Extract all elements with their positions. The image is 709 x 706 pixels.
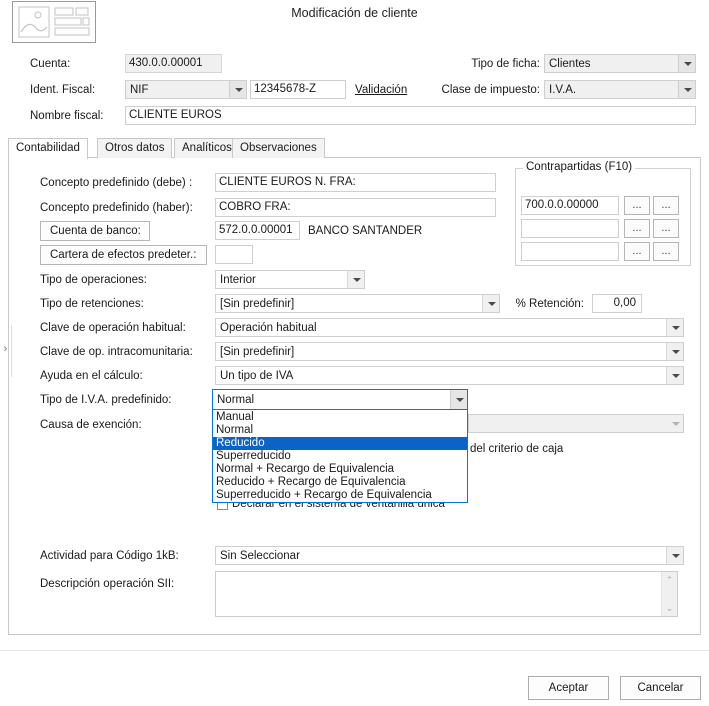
cuenta-label: Cuenta: bbox=[30, 58, 71, 70]
ident-fiscal-type-value: NIF bbox=[130, 83, 149, 96]
criterio-caja-text: del criterio de caja bbox=[470, 443, 564, 455]
contrapartida-input-3[interactable] bbox=[521, 242, 619, 261]
scroll-up-icon[interactable]: ⌃ bbox=[662, 573, 677, 587]
chevron-down-icon[interactable] bbox=[347, 271, 364, 288]
ident-fiscal-type-select[interactable]: NIF bbox=[125, 80, 247, 99]
chevron-down-icon[interactable] bbox=[666, 319, 683, 336]
clave-intracomunitaria-label: Clave de op. intracomunitaria: bbox=[40, 346, 193, 358]
chevron-down-icon[interactable] bbox=[229, 81, 246, 98]
cartera-efectos-button[interactable]: Cartera de efectos predeter.: bbox=[40, 245, 207, 265]
ident-fiscal-label: Ident. Fiscal: bbox=[30, 84, 96, 96]
contrapartida-browse-2a[interactable]: ... bbox=[624, 219, 650, 238]
concepto-haber-input[interactable]: COBRO FRA: bbox=[215, 198, 496, 217]
pct-retencion-label: % Retención: bbox=[515, 298, 584, 310]
concepto-debe-label: Concepto predefinido (debe) : bbox=[40, 177, 193, 189]
dropdown-option-superreducido[interactable]: Superreducido bbox=[213, 450, 467, 463]
contrapartida-browse-2b[interactable]: ... bbox=[653, 219, 679, 238]
ayuda-calculo-select[interactable]: Un tipo de IVA bbox=[215, 366, 684, 385]
tab-observaciones[interactable]: Observaciones bbox=[232, 138, 325, 158]
tipo-operaciones-select[interactable]: Interior bbox=[215, 270, 365, 289]
clase-impuesto-select[interactable]: I.V.A. bbox=[544, 80, 696, 99]
tipo-retenciones-select[interactable]: [Sin predefinir] bbox=[215, 294, 500, 313]
contrapartida-browse-3b[interactable]: ... bbox=[653, 242, 679, 261]
descripcion-sii-label: Descripción operación SII: bbox=[40, 578, 175, 590]
dropdown-option-normal-recargo[interactable]: Normal + Recargo de Equivalencia bbox=[213, 463, 467, 476]
ayuda-calculo-label: Ayuda en el cálculo: bbox=[40, 370, 143, 382]
dropdown-option-reducido-recargo[interactable]: Reducido + Recargo de Equivalencia bbox=[213, 476, 467, 489]
tab-otros-datos[interactable]: Otros datos bbox=[97, 138, 173, 158]
tipo-retenciones-value: [Sin predefinir] bbox=[220, 297, 295, 310]
dropdown-option-normal[interactable]: Normal bbox=[213, 424, 467, 437]
tipo-iva-select[interactable]: Normal bbox=[212, 389, 468, 410]
cuenta-banco-button[interactable]: Cuenta de banco: bbox=[40, 221, 150, 241]
ident-fiscal-input[interactable]: 12345678-Z bbox=[250, 80, 346, 99]
causa-exencion-select[interactable] bbox=[468, 414, 684, 433]
panel-divider bbox=[11, 325, 12, 377]
clase-impuesto-value: I.V.A. bbox=[549, 83, 577, 96]
clave-intracomunitaria-select[interactable]: [Sin predefinir] bbox=[215, 342, 684, 361]
clave-operacion-label: Clave de operación habitual: bbox=[40, 322, 186, 334]
dropdown-option-manual[interactable]: Manual bbox=[213, 411, 467, 424]
contrapartida-browse-3a[interactable]: ... bbox=[624, 242, 650, 261]
actividad-1kb-value: Sin Seleccionar bbox=[220, 549, 300, 562]
tipo-operaciones-label: Tipo de operaciones: bbox=[40, 274, 147, 286]
cuenta-banco-input[interactable]: 572.0.0.00001 bbox=[215, 221, 300, 240]
contrapartida-browse-1b[interactable]: ... bbox=[653, 196, 679, 215]
chevron-down-icon[interactable] bbox=[450, 390, 467, 409]
tab-contabilidad[interactable]: Contabilidad bbox=[8, 138, 88, 159]
dropdown-option-reducido[interactable]: Reducido bbox=[213, 437, 467, 450]
descripcion-sii-scrollbar[interactable]: ⌃ ⌄ bbox=[661, 572, 677, 616]
pct-retencion-input[interactable]: 0,00 bbox=[592, 294, 642, 313]
chevron-down-icon[interactable] bbox=[666, 547, 683, 564]
concepto-debe-input[interactable]: CLIENTE EUROS N. FRA: bbox=[215, 173, 496, 192]
contrapartida-input-2[interactable] bbox=[521, 219, 619, 238]
chevron-down-icon[interactable] bbox=[666, 343, 683, 360]
scroll-down-icon[interactable]: ⌄ bbox=[662, 601, 677, 615]
tipo-iva-dropdown-list[interactable]: Manual Normal Reducido Superreducido Nor… bbox=[212, 409, 468, 503]
tipo-ficha-value: Clientes bbox=[549, 57, 591, 70]
concepto-haber-label: Concepto predefinido (haber): bbox=[40, 202, 193, 214]
contrapartida-browse-1a[interactable]: ... bbox=[624, 196, 650, 215]
tipo-ficha-label: Tipo de ficha: bbox=[471, 58, 540, 70]
chevron-down-icon[interactable] bbox=[678, 81, 695, 98]
tab-analiticos[interactable]: Analíticos bbox=[174, 138, 240, 158]
chevron-right-icon[interactable]: › bbox=[1, 340, 10, 358]
cartera-efectos-input[interactable] bbox=[215, 245, 253, 264]
nombre-fiscal-input[interactable]: CLIENTE EUROS bbox=[125, 106, 696, 125]
descripcion-sii-value[interactable] bbox=[216, 572, 661, 616]
clase-impuesto-label: Clase de impuesto: bbox=[441, 84, 540, 96]
clave-operacion-value: Operación habitual bbox=[220, 321, 317, 334]
actividad-1kb-select[interactable]: Sin Seleccionar bbox=[215, 546, 684, 565]
tipo-iva-label: Tipo de I.V.A. predefinido: bbox=[40, 394, 172, 406]
tipo-retenciones-label: Tipo de retenciones: bbox=[40, 298, 144, 310]
ayuda-calculo-value: Un tipo de IVA bbox=[220, 369, 294, 382]
chevron-down-icon[interactable] bbox=[667, 415, 683, 432]
causa-exencion-label: Causa de exención: bbox=[40, 419, 142, 431]
accept-button[interactable]: Aceptar bbox=[528, 676, 609, 700]
dropdown-option-superreducido-recargo[interactable]: Superreducido + Recargo de Equivalencia bbox=[213, 489, 467, 502]
contrapartidas-legend: Contrapartidas (F10) bbox=[523, 161, 636, 173]
cuenta-banco-description: BANCO SANTANDER bbox=[308, 225, 423, 237]
descripcion-sii-textarea[interactable]: ⌃ ⌄ bbox=[215, 571, 678, 617]
nombre-fiscal-label: Nombre fiscal: bbox=[30, 110, 104, 122]
contrapartida-input-1[interactable]: 700.0.0.00000 bbox=[521, 196, 619, 215]
tipo-iva-value: Normal bbox=[217, 393, 255, 406]
clave-intracomunitaria-value: [Sin predefinir] bbox=[220, 345, 295, 358]
cancel-button[interactable]: Cancelar bbox=[620, 676, 701, 700]
footer-divider bbox=[0, 650, 709, 651]
tab-strip: Contabilidad Otros datos Analíticos Obse… bbox=[8, 138, 701, 159]
tipo-operaciones-value: Interior bbox=[220, 273, 256, 286]
chevron-down-icon[interactable] bbox=[666, 367, 683, 384]
chevron-down-icon[interactable] bbox=[482, 295, 499, 312]
clave-operacion-select[interactable]: Operación habitual bbox=[215, 318, 684, 337]
actividad-1kb-label: Actividad para Código 1kB: bbox=[40, 550, 179, 562]
cuenta-input[interactable]: 430.0.0.00001 bbox=[125, 54, 222, 73]
tipo-ficha-select[interactable]: Clientes bbox=[544, 54, 696, 73]
chevron-down-icon[interactable] bbox=[678, 55, 695, 72]
dialog-title: Modificación de cliente bbox=[291, 6, 418, 20]
